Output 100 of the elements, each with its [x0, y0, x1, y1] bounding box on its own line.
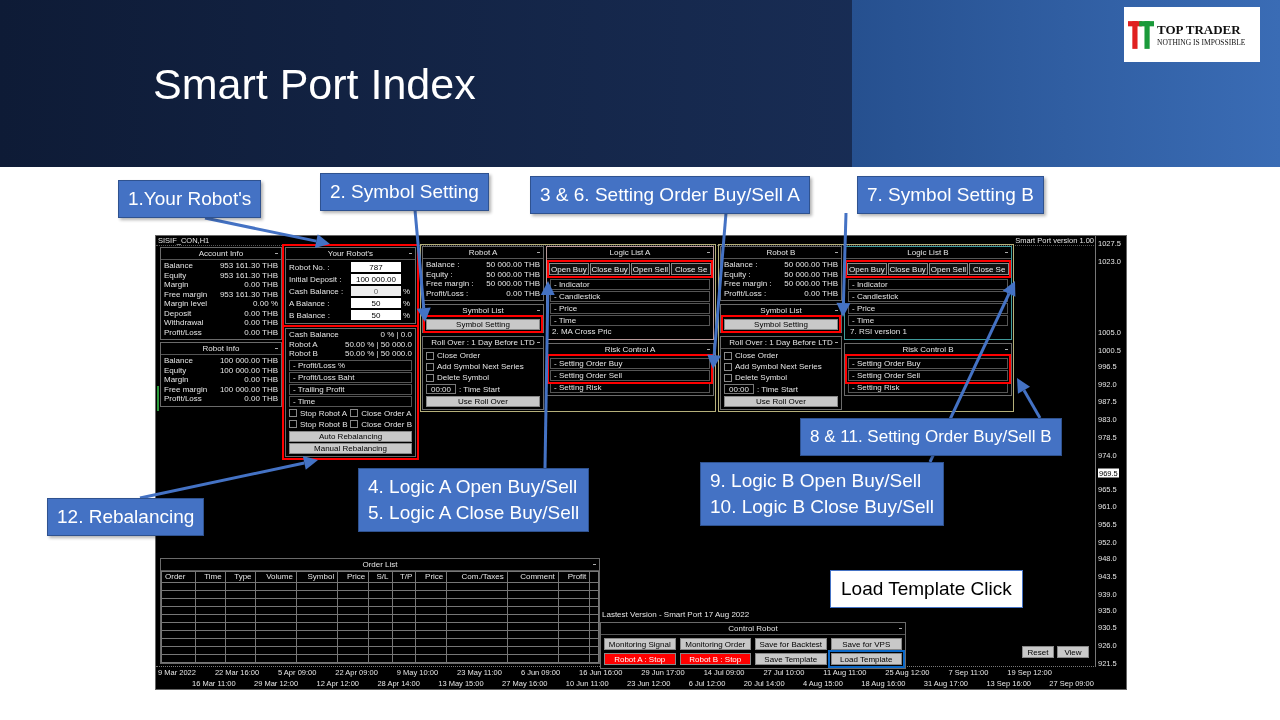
minimize-icon[interactable]: [707, 252, 710, 253]
input-field[interactable]: 50: [351, 298, 401, 308]
risk-item[interactable]: - Setting Risk: [848, 382, 1008, 393]
field-label: Margin: [164, 280, 189, 290]
minimize-icon[interactable]: [707, 349, 710, 350]
checkbox[interactable]: [724, 373, 732, 382]
minimize-icon[interactable]: [1005, 252, 1008, 253]
column-header: Profit: [558, 571, 590, 583]
rebalancing-button[interactable]: Manual Rebalancing: [289, 442, 412, 454]
control-button[interactable]: Robot A : Stop: [604, 653, 676, 665]
input-field[interactable]: 50: [351, 310, 401, 320]
risk-item[interactable]: - Setting Order Buy: [848, 358, 1008, 369]
logic-tab[interactable]: Close Se: [671, 263, 711, 275]
field-label: Free margin: [164, 289, 208, 299]
input-field[interactable]: 100 000.00: [351, 274, 401, 284]
checkbox[interactable]: [724, 362, 732, 371]
checkbox[interactable]: [289, 420, 297, 428]
minimize-icon[interactable]: [835, 342, 838, 343]
control-button[interactable]: Monitoring Order: [679, 638, 751, 650]
callout-label: 8 & 11. Setting Order Buy/Sell B: [800, 418, 1062, 456]
checkbox[interactable]: [350, 409, 359, 417]
logic-tab[interactable]: Open Buy: [847, 263, 887, 275]
minimize-icon[interactable]: [275, 348, 278, 349]
logic-tab[interactable]: Open Buy: [549, 263, 589, 275]
section-header[interactable]: - Profit/Loss Baht: [289, 371, 412, 383]
minimize-icon[interactable]: [537, 342, 540, 343]
checkbox[interactable]: [350, 420, 359, 428]
risk-item[interactable]: - Setting Risk: [550, 382, 710, 393]
field-label: Deposit: [164, 308, 192, 318]
logic-tab[interactable]: Open Sell: [630, 263, 671, 275]
input-field[interactable]: 787: [351, 262, 401, 272]
use-roll-over-button[interactable]: Use Roll Over: [724, 396, 838, 407]
column-header: Comment: [507, 571, 559, 583]
control-button[interactable]: Save Template: [755, 653, 827, 665]
control-button[interactable]: Robot B : Stop: [679, 653, 751, 665]
risk-item[interactable]: - Setting Order Sell: [550, 370, 710, 381]
control-button[interactable]: Load Template: [830, 653, 902, 665]
time-field[interactable]: 00:00: [426, 384, 456, 394]
field-label: Free margin: [164, 384, 208, 394]
callout-label: 7. Symbol Setting B: [857, 176, 1044, 214]
field-value: 0.00 THB: [244, 375, 278, 385]
logic-item[interactable]: - Price: [848, 303, 1008, 314]
logic-tab[interactable]: Close Buy: [887, 263, 928, 275]
section-header[interactable]: - Time: [289, 395, 412, 407]
logic-item[interactable]: - Time: [550, 315, 710, 326]
logic-item[interactable]: - Indicator: [550, 279, 710, 290]
panel-title: Your Robot's: [286, 248, 415, 260]
callout-label: 3 & 6. Setting Order Buy/Sell A: [530, 176, 810, 214]
checkbox[interactable]: [724, 351, 732, 360]
symbol-setting-button[interactable]: Symbol Setting: [426, 319, 540, 330]
logic-item[interactable]: - Candlestick: [550, 291, 710, 302]
rebalancing-button[interactable]: Auto Rebalancing: [289, 430, 412, 442]
checkbox[interactable]: [426, 351, 434, 360]
logic-item[interactable]: - Candlestick: [848, 291, 1008, 302]
minimize-icon[interactable]: [1005, 349, 1008, 350]
field-label: Robot A: [289, 339, 318, 349]
logic-item[interactable]: - Indicator: [848, 279, 1008, 290]
panel-title: Order List: [161, 559, 599, 571]
field-label: Equity :: [426, 269, 453, 279]
field-value: 100 000.00 THB: [219, 384, 278, 394]
minimize-icon[interactable]: [593, 564, 596, 565]
field-label: Balance :: [724, 260, 758, 270]
chart-button[interactable]: View: [1057, 646, 1089, 658]
field-value: 953 161.30 THB: [219, 270, 278, 280]
minimize-icon[interactable]: [835, 252, 838, 253]
section-header[interactable]: - Profit/Loss %: [289, 359, 412, 371]
logic-tab[interactable]: Close Se: [969, 263, 1009, 275]
control-button[interactable]: Save for VPS: [830, 638, 902, 650]
minimize-icon[interactable]: [835, 310, 838, 311]
checkbox[interactable]: [426, 373, 434, 382]
minimize-icon[interactable]: [899, 628, 902, 629]
logic-tab[interactable]: Close Buy: [589, 263, 630, 275]
section-header[interactable]: - Trailing Profit: [289, 383, 412, 395]
minimize-icon[interactable]: [275, 253, 278, 254]
logic-item[interactable]: - Time: [848, 315, 1008, 326]
use-roll-over-button[interactable]: Use Roll Over: [426, 396, 540, 407]
panel-title: Risk Control B: [845, 344, 1011, 356]
field-value: 50.00 % | 50 000.0: [344, 349, 412, 359]
panel-title: Logic List B: [845, 247, 1011, 259]
minimize-icon[interactable]: [409, 253, 412, 254]
checkbox[interactable]: [426, 362, 434, 371]
field-value: 50 000.00 THB: [784, 279, 838, 289]
field-label: Cash Balance :: [289, 286, 345, 296]
control-button[interactable]: Monitoring Signal: [604, 638, 676, 650]
panel-title: Control Robot: [601, 623, 905, 635]
checkbox[interactable]: [289, 409, 297, 417]
minimize-icon[interactable]: [537, 310, 540, 311]
logic-item[interactable]: - Price: [550, 303, 710, 314]
symbol-setting-button[interactable]: Symbol Setting: [724, 319, 838, 330]
time-field[interactable]: 00:00: [724, 384, 754, 394]
field-label: Balance :: [426, 260, 460, 270]
control-button[interactable]: Save for Backtest: [755, 638, 827, 650]
minimize-icon[interactable]: [537, 252, 540, 253]
chart-button[interactable]: Reset: [1022, 646, 1054, 658]
column-header: Symbol: [296, 571, 338, 583]
field-label: Free margin :: [724, 279, 772, 289]
logic-tab[interactable]: Open Sell: [928, 263, 969, 275]
risk-item[interactable]: - Setting Order Sell: [848, 370, 1008, 381]
risk-item[interactable]: - Setting Order Buy: [550, 358, 710, 369]
field-label: Robot No. :: [289, 262, 331, 272]
